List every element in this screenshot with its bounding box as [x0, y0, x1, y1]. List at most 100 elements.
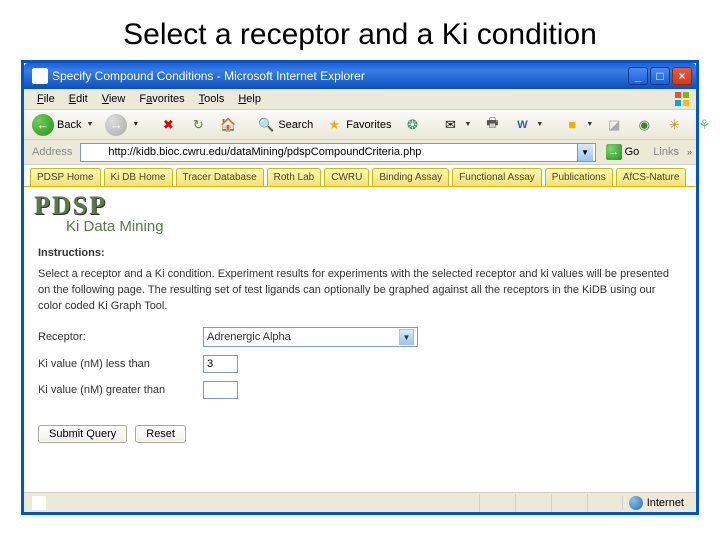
- menu-view[interactable]: View: [95, 91, 133, 107]
- mail-button[interactable]: ✉▼: [437, 114, 475, 136]
- address-field[interactable]: http://kidb.bioc.cwru.edu/dataMining/pds…: [80, 143, 595, 162]
- menu-file-rest: ile: [44, 93, 55, 105]
- favorites-button[interactable]: ★ Favorites: [321, 114, 395, 136]
- receptor-row: Receptor: Adrenergic Alpha ▼: [38, 327, 682, 347]
- folder-icon: ■: [563, 116, 581, 134]
- back-button[interactable]: ← Back ▼: [28, 112, 97, 138]
- status-cell: [587, 494, 622, 512]
- instructions-section: Instructions: Select a receptor and a Ki…: [24, 239, 696, 415]
- instructions-heading: Instructions:: [38, 247, 682, 259]
- tab-tracer-database[interactable]: Tracer Database: [176, 168, 264, 186]
- ki-greater-input[interactable]: [203, 381, 238, 399]
- tool-icon: ◪: [605, 116, 623, 134]
- chevron-down-icon: ▼: [132, 121, 139, 128]
- tab-binding-assay[interactable]: Binding Assay: [372, 168, 449, 186]
- swirl-icon: ◉: [635, 116, 653, 134]
- links-chevron-icon[interactable]: »: [687, 147, 692, 157]
- logo-main: PDSP: [34, 191, 686, 221]
- chevron-down-icon: ▼: [399, 329, 414, 345]
- search-button[interactable]: 🔍 Search: [253, 114, 317, 136]
- forward-icon: →: [105, 114, 127, 136]
- status-left: [24, 496, 479, 510]
- menu-favorites[interactable]: Favorites: [132, 91, 191, 107]
- extra-button-2[interactable]: ◪: [601, 114, 627, 136]
- star-icon: ★: [325, 116, 343, 134]
- tab-cwru[interactable]: CWRU: [324, 168, 369, 186]
- close-button[interactable]: ×: [672, 67, 692, 85]
- browser-window: Specify Compound Conditions - Microsoft …: [21, 60, 699, 515]
- page-icon: [32, 68, 48, 84]
- print-button[interactable]: 🖶: [479, 114, 505, 136]
- menu-edit[interactable]: Edit: [62, 91, 95, 107]
- menu-help[interactable]: Help: [231, 91, 268, 107]
- menu-file[interactable]: File: [30, 91, 62, 107]
- ki-less-label: Ki value (nM) less than: [38, 358, 203, 370]
- print-icon: 🖶: [483, 116, 501, 134]
- edit-button[interactable]: W▼: [509, 114, 547, 136]
- chevron-down-icon: ▼: [536, 121, 543, 128]
- go-label: Go: [625, 146, 640, 158]
- zone-label: Internet: [647, 497, 684, 509]
- extra-button-4[interactable]: ✳: [661, 114, 687, 136]
- chevron-down-icon: ▼: [86, 121, 93, 128]
- tab-pdsp-home[interactable]: PDSP Home: [30, 168, 101, 186]
- favorites-label: Favorites: [346, 119, 391, 131]
- mail-icon: ✉: [441, 116, 459, 134]
- menu-tools[interactable]: Tools: [192, 91, 232, 107]
- status-cell: [479, 494, 514, 512]
- extra-button-1[interactable]: ■▼: [559, 114, 597, 136]
- address-label: Address: [28, 146, 76, 158]
- history-button[interactable]: ❂: [399, 114, 425, 136]
- instructions-body: Select a receptor and a Ki condition. Ex…: [38, 267, 682, 315]
- slide-title: Select a receptor and a Ki condition: [0, 0, 720, 60]
- maximize-button[interactable]: □: [650, 67, 670, 85]
- go-icon: →: [606, 144, 622, 160]
- tab-roth-lab[interactable]: Roth Lab: [267, 168, 322, 186]
- gear-icon: ✳: [665, 116, 683, 134]
- title-bar: Specify Compound Conditions - Microsoft …: [24, 63, 696, 89]
- tab-publications[interactable]: Publications: [545, 168, 613, 186]
- chevron-down-icon: ▼: [586, 121, 593, 128]
- back-label: Back: [57, 119, 81, 131]
- tab-ki-db-home[interactable]: Ki DB Home: [104, 168, 173, 186]
- chevron-down-icon: ▼: [464, 121, 471, 128]
- extra-button-5[interactable]: ⚘: [691, 114, 717, 136]
- reset-button[interactable]: Reset: [135, 425, 186, 443]
- window-title: Specify Compound Conditions - Microsoft …: [52, 69, 628, 83]
- stop-button[interactable]: ✖: [155, 114, 181, 136]
- submit-query-button[interactable]: Submit Query: [38, 425, 127, 443]
- page-icon: [32, 496, 46, 510]
- ki-less-input[interactable]: [203, 355, 238, 373]
- messenger-icon: ⚘: [695, 116, 713, 134]
- status-cell: [551, 494, 586, 512]
- history-icon: ❂: [403, 116, 421, 134]
- ki-less-row: Ki value (nM) less than: [38, 355, 682, 373]
- globe-icon: [629, 496, 643, 510]
- page-icon: [87, 145, 101, 159]
- minimize-button[interactable]: _: [628, 67, 648, 85]
- word-icon: W: [513, 116, 531, 134]
- address-dropdown-button[interactable]: ▼: [577, 144, 593, 161]
- extra-button-3[interactable]: ◉: [631, 114, 657, 136]
- back-icon: ←: [32, 114, 54, 136]
- search-icon: 🔍: [257, 116, 275, 134]
- forward-button[interactable]: → ▼: [101, 112, 143, 138]
- status-cells: [479, 494, 622, 512]
- tab-functional-assay[interactable]: Functional Assay: [452, 168, 542, 186]
- site-nav-tabs: PDSP Home Ki DB Home Tracer Database Rot…: [24, 165, 696, 187]
- receptor-select[interactable]: Adrenergic Alpha ▼: [203, 327, 418, 347]
- tab-afcs-nature[interactable]: AfCS-Nature: [616, 168, 687, 186]
- address-url: http://kidb.bioc.cwru.edu/dataMining/pds…: [108, 146, 573, 158]
- windows-flag-icon: [674, 91, 690, 107]
- logo-subtitle: Ki Data Mining: [66, 218, 686, 235]
- go-button[interactable]: → Go: [600, 144, 646, 160]
- ki-greater-row: Ki value (nM) greater than: [38, 381, 682, 399]
- home-icon: 🏠: [219, 116, 237, 134]
- refresh-button[interactable]: ↻: [185, 114, 211, 136]
- status-cell: [515, 494, 550, 512]
- home-button[interactable]: 🏠: [215, 114, 241, 136]
- receptor-label: Receptor:: [38, 331, 203, 343]
- form-buttons: Submit Query Reset: [24, 415, 696, 453]
- links-label: Links: [649, 146, 683, 158]
- stop-icon: ✖: [159, 116, 177, 134]
